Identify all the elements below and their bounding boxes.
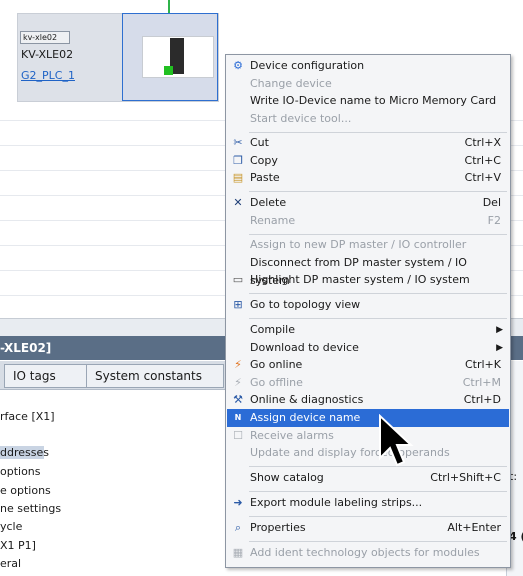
menu-item-assign-device-name[interactable]: N Assign device name (227, 409, 509, 427)
menu-item-update-forced-operands: Update and display forced operands (250, 446, 450, 459)
topology-icon: ⊞ (233, 298, 243, 311)
menu-separator (249, 234, 507, 235)
tab-system-constants[interactable]: System constants (86, 364, 224, 388)
menu-item-properties[interactable]: ⌕ Properties Alt+Enter (227, 519, 509, 537)
tree-item[interactable]: ne settings (0, 502, 61, 515)
alarm-checkbox-icon: ☐ (233, 429, 243, 442)
menu-item-export-labeling-strips[interactable]: ➜ Export module labeling strips... (227, 494, 509, 512)
tree-item[interactable]: options (0, 465, 41, 478)
menu-separator (249, 541, 507, 542)
tree-item[interactable]: rface [X1] (0, 410, 55, 423)
scissors-icon: ✂ (233, 136, 243, 149)
copy-icon: ❐ (233, 154, 243, 167)
menu-item-download-to-device[interactable]: Download to device ▶ (227, 339, 509, 357)
menu-item-go-offline: ⚡ Go offline Ctrl+M (227, 374, 509, 392)
menu-item-change-device: Change device (250, 77, 332, 90)
menu-item-paste[interactable]: ▤ Paste Ctrl+V (227, 169, 509, 187)
menu-item-compile[interactable]: Compile ▶ (227, 321, 509, 339)
menu-separator (249, 293, 507, 294)
submenu-arrow-icon: ▶ (496, 325, 503, 335)
menu-item-delete[interactable]: ✕ Delete Del (227, 194, 509, 212)
menu-item-cut[interactable]: ✂ Cut Ctrl+X (227, 134, 509, 152)
tree-item[interactable]: ycle (0, 520, 22, 533)
export-icon: ➜ (233, 496, 243, 509)
status-led-icon (164, 66, 173, 75)
highlight-icon: ▭ (232, 273, 244, 286)
right-fragment-2: 4 ( (509, 530, 523, 543)
paste-icon: ▤ (232, 171, 244, 184)
delete-x-icon: ✕ (233, 196, 243, 209)
device-name: KV-XLE02 (21, 48, 74, 61)
menu-item-receive-alarms: ☐ Receive alarms (227, 427, 509, 445)
menu-item-disconnect-dp-master[interactable]: Disconnect from DP master system / IO sy… (227, 254, 509, 287)
submenu-arrow-icon: ▶ (496, 343, 503, 353)
device-tag-label: kv-xle02 (20, 31, 70, 44)
menu-separator (249, 318, 507, 319)
diagnostics-icon: ⚒ (233, 393, 243, 406)
menu-separator (249, 132, 507, 133)
menu-item-go-to-topology[interactable]: ⊞ Go to topology view (227, 296, 509, 314)
menu-item-device-configuration[interactable]: ⚙ Device configuration (227, 57, 509, 75)
tree-item[interactable]: eral (0, 557, 21, 570)
menu-item-show-catalog[interactable]: Show catalog Ctrl+Shift+C (227, 469, 509, 487)
properties-icon: ⌕ (234, 521, 242, 534)
tree-item[interactable]: X1 P1] (0, 539, 36, 552)
menu-item-assign-dp-master: Assign to new DP master / IO controller (250, 238, 467, 251)
mouse-pointer-icon (379, 414, 414, 467)
controller-link[interactable]: G2_PLC_1 (21, 69, 75, 82)
menu-item-highlight-dp-master[interactable]: ▭ Highlight DP master system / IO system (227, 271, 509, 289)
menu-item-rename: Rename F2 (250, 214, 501, 227)
menu-item-start-device-tool: Start device tool... (250, 112, 352, 125)
tree-item-selected[interactable]: ddresses (0, 446, 49, 459)
device-config-icon: ⚙ (233, 59, 243, 72)
menu-separator (249, 491, 507, 492)
menu-separator (249, 516, 507, 517)
menu-item-go-online[interactable]: ⚡ Go online Ctrl+K (227, 356, 509, 374)
go-online-icon: ⚡ (234, 358, 242, 371)
menu-item-add-ident-objects: ▦ Add ident technology objects for modul… (232, 546, 480, 559)
menu-separator (249, 191, 507, 192)
tab-io-tags[interactable]: IO tags (4, 364, 92, 388)
menu-item-copy[interactable]: ❐ Copy Ctrl+C (227, 152, 509, 170)
menu-item-write-io-device-name[interactable]: Write IO-Device name to Micro Memory Car… (227, 92, 509, 110)
context-menu: ⚙ Device configuration Change device Wri… (225, 54, 511, 568)
name-tag-icon: N (234, 413, 242, 422)
ident-icon: ▦ (232, 546, 244, 559)
go-offline-icon: ⚡ (234, 376, 242, 389)
menu-item-online-diagnostics[interactable]: ⚒ Online & diagnostics Ctrl+D (227, 391, 509, 409)
tree-item[interactable]: e options (0, 484, 51, 497)
